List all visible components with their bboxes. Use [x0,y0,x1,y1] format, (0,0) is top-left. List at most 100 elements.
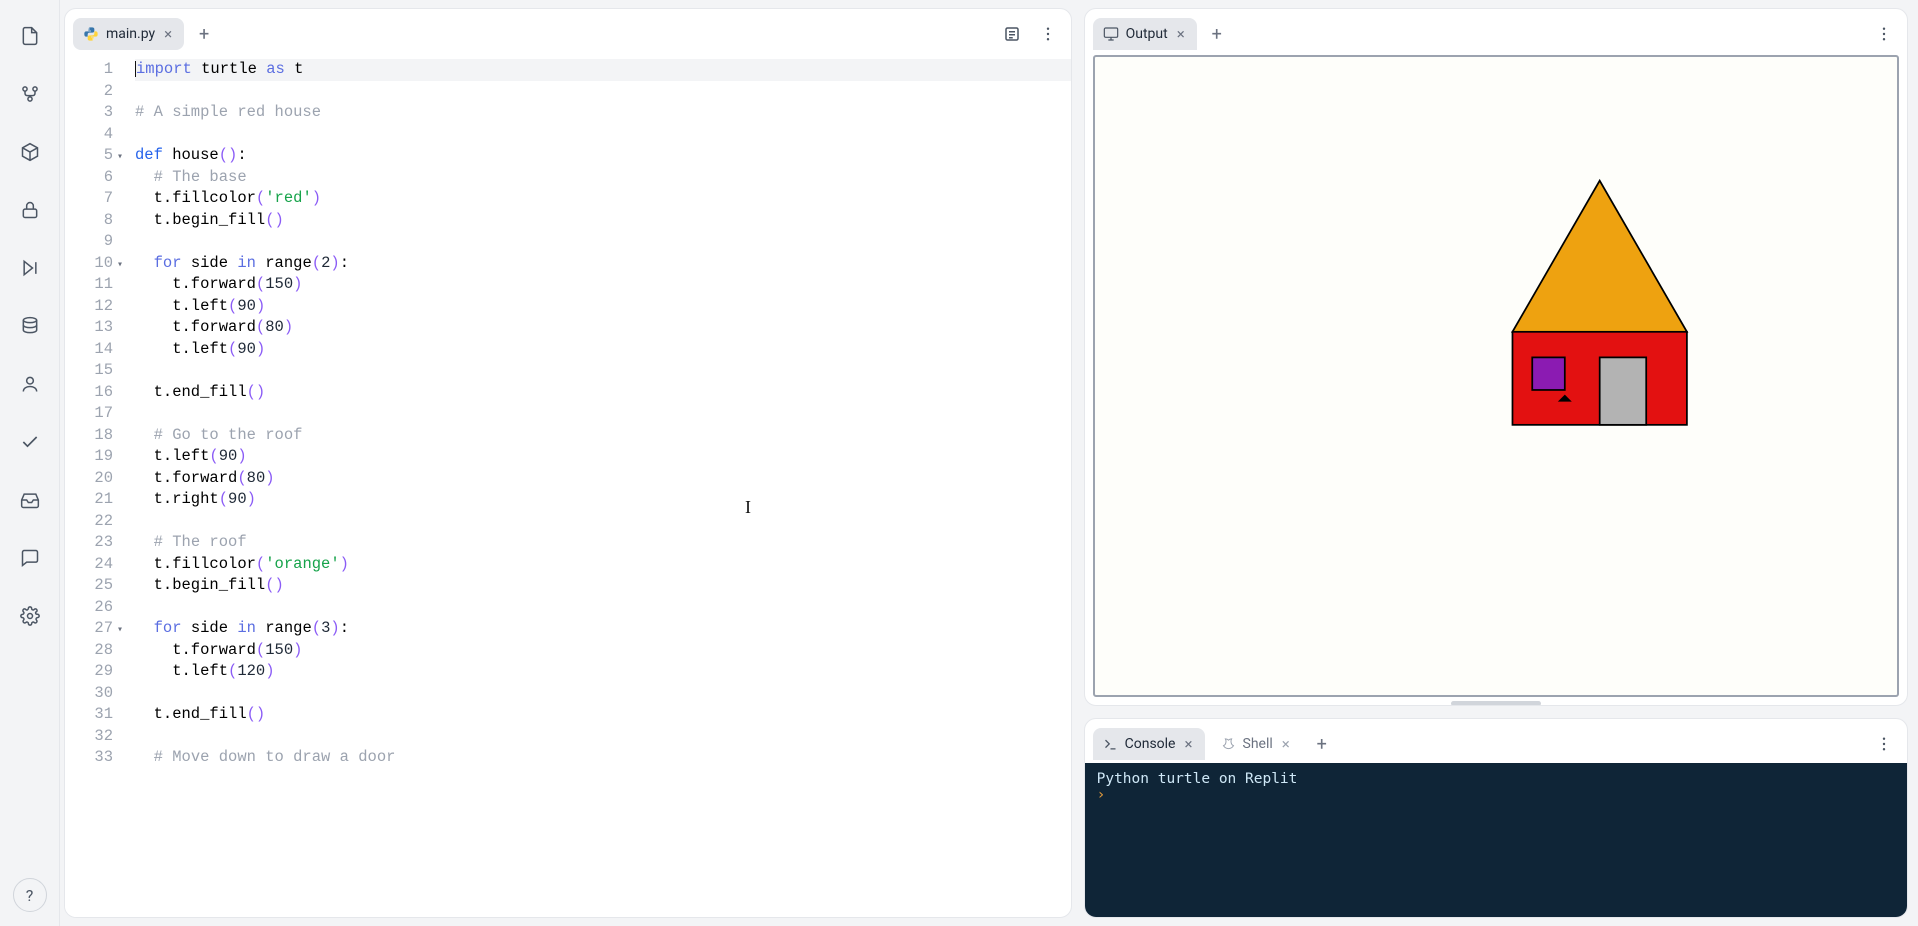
code-line[interactable] [135,124,1071,146]
code-line[interactable]: t.fillcolor('red') [135,188,1071,210]
code-line[interactable]: t.forward(150) [135,640,1071,662]
code-line[interactable]: t.begin_fill() [135,210,1071,232]
code-line[interactable]: t.left(90) [135,296,1071,318]
line-number: 20 [65,468,113,490]
code-line[interactable]: # The base [135,167,1071,189]
user-icon[interactable] [12,366,48,402]
settings-icon[interactable] [12,598,48,634]
code-line[interactable] [135,231,1071,253]
line-number: 31 [65,704,113,726]
code-line[interactable]: t.begin_fill() [135,575,1071,597]
more-icon[interactable] [1033,19,1063,49]
right-column: Output × + [1084,8,1908,918]
close-console-icon[interactable]: × [1182,735,1194,753]
python-icon [83,26,99,42]
sidebar: ? [0,0,60,926]
line-number: 7 [65,188,113,210]
code-line[interactable]: t.left(120) [135,661,1071,683]
tab-shell[interactable]: Shell × [1211,728,1302,760]
code-line[interactable]: t.right(90) [135,489,1071,511]
new-tab-button[interactable]: + [190,20,218,48]
console-more-icon[interactable] [1869,729,1899,759]
package-icon[interactable] [12,134,48,170]
code-column[interactable]: I import turtle as t# A simple red house… [121,53,1071,917]
app-root: ? main.py × + [0,0,1918,926]
play-skip-icon[interactable] [12,250,48,286]
code-line[interactable]: t.left(90) [135,446,1071,468]
house-drawing [1095,57,1897,695]
code-line[interactable] [135,597,1071,619]
check-icon[interactable] [12,424,48,460]
code-line[interactable]: # Move down to draw a door [135,747,1071,769]
code-line[interactable]: t.end_fill() [135,704,1071,726]
code-line[interactable] [135,81,1071,103]
code-line[interactable]: t.end_fill() [135,382,1071,404]
code-line[interactable]: t.forward(150) [135,274,1071,296]
tab-output[interactable]: Output × [1093,18,1197,50]
file-icon[interactable] [12,18,48,54]
new-console-tab-button[interactable]: + [1308,730,1336,758]
line-number: 21 [65,489,113,511]
line-number: 22 [65,511,113,533]
new-output-tab-button[interactable]: + [1203,20,1231,48]
console-prompt: › [1097,787,1106,803]
line-number: 28 [65,640,113,662]
close-output-icon[interactable]: × [1175,25,1187,43]
console-body[interactable]: Python turtle on Replit › [1085,763,1907,917]
code-line[interactable]: t.left(90) [135,339,1071,361]
code-editor[interactable]: 12345▾678910▾111213141516171819202122232… [65,53,1071,917]
tab-console[interactable]: Console × [1093,728,1205,760]
code-line[interactable]: t.forward(80) [135,317,1071,339]
close-tab-icon[interactable]: × [162,25,174,43]
line-number: 12 [65,296,113,318]
code-line[interactable]: for side in range(3): [135,618,1071,640]
line-number: 10▾ [65,253,113,275]
line-number: 30 [65,683,113,705]
code-line[interactable] [135,403,1071,425]
line-number: 4 [65,124,113,146]
line-number: 2 [65,81,113,103]
line-number: 24 [65,554,113,576]
code-line[interactable] [135,726,1071,748]
lock-icon[interactable] [12,192,48,228]
line-number: 13 [65,317,113,339]
line-number: 25 [65,575,113,597]
code-line[interactable]: # A simple red house [135,102,1071,124]
turtle-canvas[interactable] [1093,55,1899,697]
line-number: 23 [65,532,113,554]
line-number: 32 [65,726,113,748]
line-number: 1 [65,59,113,81]
code-line[interactable] [135,683,1071,705]
panel-drag-handle[interactable] [1451,701,1541,706]
output-more-icon[interactable] [1869,19,1899,49]
code-line[interactable]: t.forward(80) [135,468,1071,490]
tab-output-label: Output [1126,26,1168,42]
code-line[interactable]: # Go to the roof [135,425,1071,447]
inbox-icon[interactable] [12,482,48,518]
code-line[interactable]: import turtle as t [135,59,1071,81]
list-icon[interactable] [997,19,1027,49]
tab-filename: main.py [106,26,155,42]
editor-tabbar: main.py × + [65,9,1071,53]
code-line[interactable] [135,511,1071,533]
tab-shell-label: Shell [1243,736,1273,752]
line-number: 19 [65,446,113,468]
line-number: 18 [65,425,113,447]
code-line[interactable]: for side in range(2): [135,253,1071,275]
help-button[interactable]: ? [13,878,47,912]
code-line[interactable]: def house(): [135,145,1071,167]
output-panel: Output × + [1084,8,1908,706]
line-number: 27▾ [65,618,113,640]
code-line[interactable]: # The roof [135,532,1071,554]
line-number: 14 [65,339,113,361]
line-number: 3 [65,102,113,124]
code-line[interactable]: t.fillcolor('orange') [135,554,1071,576]
line-number: 9 [65,231,113,253]
code-line[interactable] [135,360,1071,382]
tab-main-py[interactable]: main.py × [73,18,184,50]
chat-icon[interactable] [12,540,48,576]
editor-panel: main.py × + 12345▾678910▾111213141516171… [64,8,1072,918]
database-icon[interactable] [12,308,48,344]
branch-icon[interactable] [12,76,48,112]
close-shell-icon[interactable]: × [1280,735,1292,753]
